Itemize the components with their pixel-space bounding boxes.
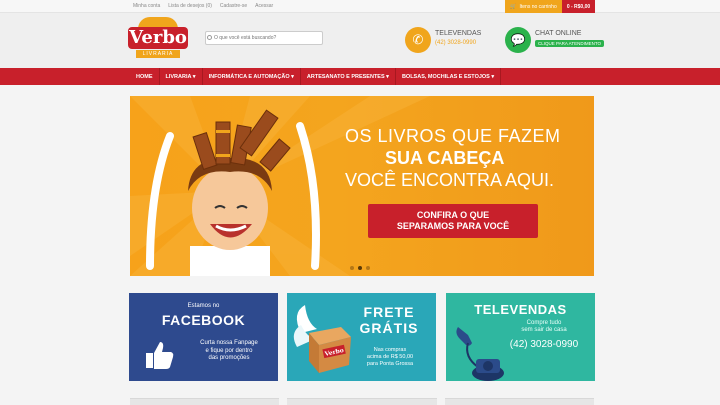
- frete-text-line: para Ponta Grossa: [366, 361, 414, 367]
- preview-block: [130, 398, 280, 405]
- televendas-card[interactable]: TELEVENDAS Compre tudo sem sair de casa …: [446, 293, 595, 381]
- login-link[interactable]: Acessar: [255, 3, 273, 9]
- preview-block: [444, 398, 594, 405]
- nav-item-informatica[interactable]: INFORMÁTICA E AUTOMAÇÃO ▾: [203, 68, 301, 85]
- facebook-text-line: e fique por dentro: [205, 347, 253, 354]
- carousel-dots: [350, 266, 370, 270]
- frete-text-line: acima de R$ 50,00: [366, 354, 414, 360]
- televendas-card-title: TELEVENDAS: [474, 302, 567, 317]
- nav-item-livraria[interactable]: LIVRARIA ▾: [160, 68, 203, 85]
- nav-item-bolsas[interactable]: BOLSAS, MOCHILAS E ESTOJOS ▾: [396, 68, 502, 85]
- cart-label: Itens no carrinho: [519, 3, 557, 10]
- banner-headline-3: VOCÊ ENCONTRA AQUI.: [345, 170, 555, 190]
- facebook-text-line: Curta nossa Fanpage: [200, 340, 258, 346]
- register-link[interactable]: Cadastre-se: [220, 3, 247, 9]
- frete-title-2: GRÁTIS: [359, 320, 419, 336]
- my-account-link[interactable]: Minha conta: [133, 3, 160, 9]
- carousel-dot-1[interactable]: [350, 266, 354, 270]
- preview-block: [287, 398, 437, 405]
- frete-gratis-card[interactable]: Verbo FRETE GRÁTIS Nas compras acima de …: [287, 293, 436, 381]
- cart-icon: 🛒: [510, 3, 517, 10]
- logo-subtitle: LIVRARIA: [136, 50, 180, 58]
- cart-widget[interactable]: 🛒 Itens no carrinho 0 - R$0,00: [505, 0, 595, 13]
- phone-icon: ✆: [405, 27, 431, 53]
- televendas-label: TELEVENDAS: [435, 30, 482, 37]
- banner-cta-button[interactable]: CONFIRA O QUE SEPARAMOS PARA VOCÊ: [368, 204, 538, 238]
- bottom-content-preview: [130, 398, 594, 405]
- chat-icon[interactable]: 💬: [505, 27, 531, 53]
- account-links: Minha conta Lista de desejos (0) Cadastr…: [133, 3, 273, 9]
- nav-item-artesanato[interactable]: ARTESANATO E PRESENTES ▾: [301, 68, 396, 85]
- search-input[interactable]: [205, 31, 323, 45]
- facebook-card[interactable]: Estamos no FACEBOOK Curta nossa Fanpage …: [129, 293, 278, 381]
- televendas-card-number: (42) 3028-0990: [509, 339, 579, 350]
- site-logo[interactable]: Verbo LIVRARIA: [128, 17, 188, 63]
- televendas-number[interactable]: (42) 3028-0990: [435, 40, 476, 46]
- logo-text: Verbo: [128, 27, 188, 49]
- site-header: Verbo LIVRARIA ✆ TELEVENDAS (42) 3028-09…: [0, 13, 720, 68]
- facebook-title: FACEBOOK: [161, 312, 246, 328]
- televendas-card-subtitle: Compre tudo sem sair de casa: [496, 320, 592, 334]
- cart-total[interactable]: 0 - R$0,00: [562, 0, 595, 13]
- cta-line-1: CONFIRA O QUE: [416, 210, 490, 220]
- search-icon: [207, 35, 212, 40]
- nav-item-home[interactable]: HOME: [130, 68, 160, 85]
- frete-text-line: Nas compras: [373, 347, 407, 353]
- winged-box-icon: Verbo: [293, 305, 351, 373]
- cta-line-2: SEPARAMOS PARA VOCÊ: [396, 221, 510, 231]
- televendas-sub-line: sem sair de casa: [521, 327, 567, 333]
- thumbs-up-icon: [146, 342, 174, 369]
- facebook-small-text: Estamos no: [187, 303, 220, 309]
- banner-headline-2: SUA CABEÇA: [385, 148, 505, 168]
- banner-headline-1: OS LIVROS QUE FAZEM: [345, 126, 561, 146]
- main-nav: HOME LIVRARIA ▾ INFORMÁTICA E AUTOMAÇÃO …: [0, 68, 720, 85]
- top-bar: Minha conta Lista de desejos (0) Cadastr…: [0, 0, 720, 13]
- chat-label: CHAT ONLINE: [535, 30, 582, 37]
- hero-banner[interactable]: OS LIVROS QUE FAZEM SUA CABEÇA VOCÊ ENCO…: [130, 96, 594, 276]
- facebook-text: Curta nossa Fanpage e fique por dentro d…: [184, 340, 274, 363]
- carousel-dot-3[interactable]: [366, 266, 370, 270]
- facebook-text-line: das promoções: [208, 355, 250, 361]
- televendas-sub-line: Compre tudo: [526, 320, 562, 326]
- frete-title-1: FRETE: [363, 304, 415, 320]
- wishlist-link[interactable]: Lista de desejos (0): [168, 3, 212, 9]
- carousel-dot-2[interactable]: [358, 266, 362, 270]
- frete-text: Nas compras acima de R$ 50,00 para Ponta…: [349, 347, 431, 368]
- chat-button[interactable]: CLIQUE PARA ATENDIMENTO: [535, 40, 605, 47]
- cart-label-box[interactable]: 🛒 Itens no carrinho: [505, 0, 562, 13]
